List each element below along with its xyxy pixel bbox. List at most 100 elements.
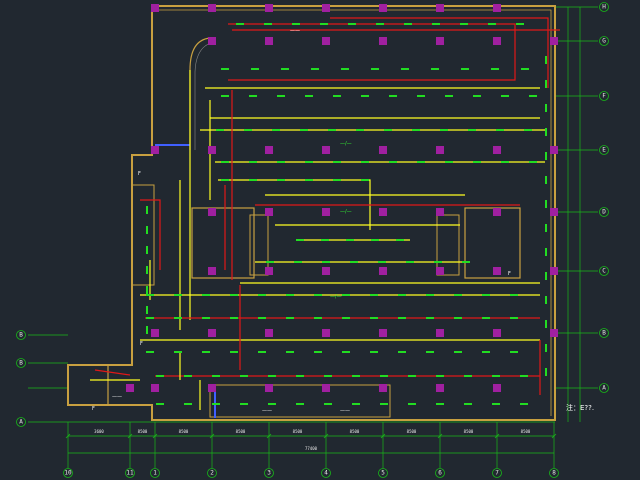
column-2 (208, 208, 216, 216)
light-fixture-161 (146, 206, 148, 214)
light-fixture-30 (445, 95, 453, 97)
light-fixture-24 (277, 95, 285, 97)
light-fixture-108 (230, 351, 238, 353)
zone-label-4: —— (290, 28, 300, 34)
light-fixture-93 (202, 317, 210, 319)
light-fixture-121 (212, 375, 220, 377)
light-fixture-75 (434, 261, 442, 263)
light-fixture-37 (300, 129, 308, 131)
column-45 (379, 4, 387, 12)
light-fixture-129 (436, 375, 444, 377)
light-fixture-8 (460, 23, 468, 25)
light-fixture-167 (146, 326, 148, 334)
column-4 (208, 329, 216, 337)
light-fixture-49 (305, 161, 313, 163)
zone-label-5: —— (262, 408, 272, 414)
light-fixture-40 (384, 129, 392, 131)
light-fixture-1 (264, 23, 272, 25)
light-fixture-155 (545, 248, 547, 256)
light-fixture-143 (436, 403, 444, 405)
light-fixture-57 (529, 161, 537, 163)
column-47 (493, 4, 501, 12)
light-fixture-120 (184, 375, 192, 377)
dimension-text-1: 8500 (138, 429, 148, 434)
light-fixture-126 (352, 375, 360, 377)
light-fixture-156 (545, 272, 547, 280)
light-fixture-130 (464, 375, 472, 377)
light-fixture-21 (521, 68, 529, 70)
light-fixture-154 (545, 224, 547, 232)
light-fixture-64 (296, 239, 304, 241)
light-fixture-101 (426, 317, 434, 319)
column-14 (322, 208, 330, 216)
light-fixture-113 (370, 351, 378, 353)
light-fixture-41 (412, 129, 420, 131)
column-3 (208, 267, 216, 275)
light-fixture-146 (520, 403, 528, 405)
column-24 (436, 37, 444, 45)
column-27 (436, 267, 444, 275)
light-fixture-119 (156, 375, 164, 377)
light-fixture-33 (529, 95, 537, 97)
light-fixture-111 (314, 351, 322, 353)
zone-label-f4: F (508, 271, 511, 277)
zone-label-3: —/— (340, 209, 352, 215)
axis-bubble-label: 3 (267, 470, 271, 477)
axis-bubble-label: A (602, 385, 606, 392)
light-fixture-29 (417, 95, 425, 97)
light-fixture-2 (292, 23, 300, 25)
column-30 (493, 37, 501, 45)
column-15 (322, 267, 330, 275)
axis-bubble-label: E (602, 147, 606, 154)
electrical-lighting-floor-plan: HGFEDCBA10 11 1 2 3 4 5 6 7 8BBA 3600 8500 8500 8500… (0, 0, 640, 480)
light-fixture-100 (398, 317, 406, 319)
axis-bubble-label: 5 (381, 470, 385, 477)
light-fixture-15 (341, 68, 349, 70)
axis-bubble-label: 4 (324, 470, 328, 477)
zone-label-f2: F (140, 341, 143, 347)
light-fixture-105 (146, 351, 154, 353)
light-fixture-118 (510, 351, 518, 353)
light-fixture-11 (221, 68, 229, 70)
light-fixture-164 (146, 266, 148, 274)
light-fixture-0 (236, 23, 244, 25)
column-36 (550, 37, 558, 45)
column-25 (436, 146, 444, 154)
light-fixture-23 (249, 95, 257, 97)
light-fixture-87 (426, 294, 434, 296)
axis-bubble-label: 1 (153, 470, 157, 477)
light-fixture-97 (314, 317, 322, 319)
light-fixture-123 (268, 375, 276, 377)
light-fixture-67 (371, 239, 379, 241)
axis-bubble-label: B (602, 330, 606, 337)
light-fixture-66 (346, 239, 354, 241)
column-17 (322, 384, 330, 392)
light-fixture-19 (461, 68, 469, 70)
column-38 (550, 208, 558, 216)
zone-label-f1: F (138, 171, 141, 177)
light-fixture-47 (249, 161, 257, 163)
column-29 (436, 384, 444, 392)
light-fixture-147 (545, 56, 547, 64)
dimension-text-5: 8500 (350, 429, 360, 434)
light-fixture-20 (491, 68, 499, 70)
light-fixture-149 (545, 104, 547, 112)
axis-bubble-label: 8 (552, 470, 556, 477)
column-7 (265, 146, 273, 154)
light-fixture-134 (184, 403, 192, 405)
light-fixture-28 (389, 95, 397, 97)
light-fixture-72 (350, 261, 358, 263)
light-fixture-61 (305, 179, 313, 181)
light-fixture-18 (431, 68, 439, 70)
column-16 (322, 329, 330, 337)
light-fixture-45 (524, 129, 532, 131)
light-fixture-132 (520, 375, 528, 377)
light-fixture-39 (356, 129, 364, 131)
light-fixture-7 (432, 23, 440, 25)
light-fixture-53 (417, 161, 425, 163)
axis-bubble-label: 2 (210, 470, 214, 477)
light-fixture-150 (545, 128, 547, 136)
light-fixture-26 (333, 95, 341, 97)
light-fixture-92 (174, 317, 182, 319)
light-fixture-157 (545, 296, 547, 304)
